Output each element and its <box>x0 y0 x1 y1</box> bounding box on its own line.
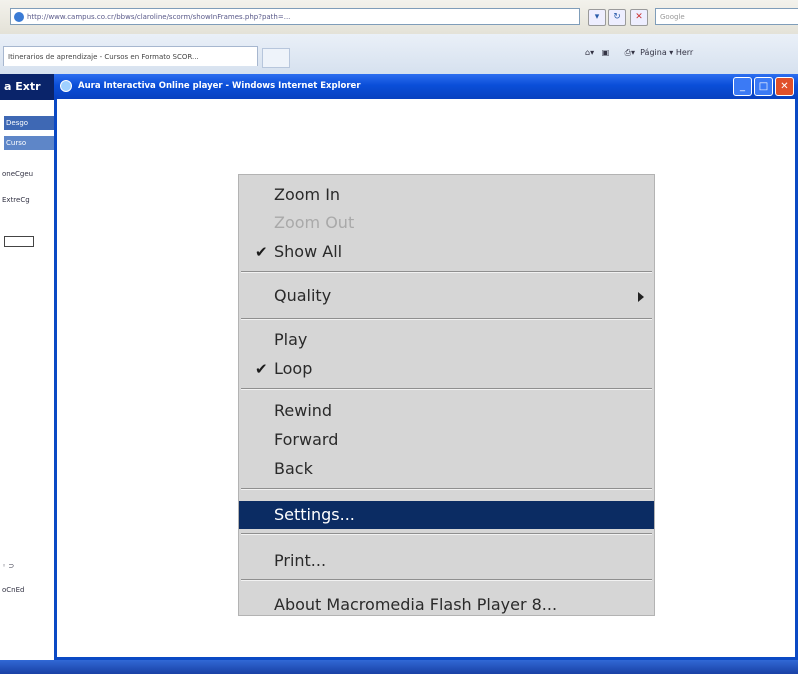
check-icon: ✔ <box>255 243 268 261</box>
menu-item-quality[interactable]: Quality <box>239 282 654 310</box>
menu-item-label: Forward <box>274 430 339 449</box>
close-icon: ✕ <box>780 81 789 92</box>
menu-item-label: Settings... <box>274 505 355 524</box>
menu-item-label: Play <box>274 330 308 349</box>
menu-item-print[interactable]: Print... <box>239 547 654 575</box>
submenu-arrow-icon <box>638 292 644 302</box>
menu-separator <box>241 579 652 581</box>
menu-item-back[interactable]: Back <box>239 455 654 483</box>
menu-item-rewind[interactable]: Rewind <box>239 397 654 425</box>
menu-item-show-all[interactable]: ✔ Show All <box>239 238 654 266</box>
address-input[interactable]: http://www.campus.co.cr/bbws/claroline/s… <box>10 8 580 25</box>
ie-logo-icon <box>14 12 24 22</box>
taskbar <box>0 660 798 674</box>
menu-separator <box>241 533 652 535</box>
background-arrow-icon: ◦ ⊃ <box>2 562 15 570</box>
check-icon: ✔ <box>255 360 268 378</box>
background-link[interactable]: oneCgeu <box>2 170 33 178</box>
popup-titlebar[interactable]: Aura Interactiva Online player - Windows… <box>54 74 798 99</box>
menu-item-label: Back <box>274 459 313 478</box>
menu-separator <box>241 318 652 320</box>
command-bar[interactable]: ⌂▾ ▣ ⎙▾ Página ▾ Herr <box>585 48 693 58</box>
menu-item-label: Loop <box>274 359 313 378</box>
refresh-icon: ↻ <box>613 12 621 22</box>
background-nav-item[interactable]: Curso <box>4 136 56 150</box>
menu-item-about[interactable]: About Macromedia Flash Player 8... <box>239 591 654 619</box>
outer-tab-bar: Itinerarios de aprendizaje - Cursos en F… <box>0 34 798 75</box>
background-nav-item[interactable]: Desgo <box>4 116 56 130</box>
menu-item-zoom-out: Zoom Out <box>239 209 654 237</box>
menu-item-label: About Macromedia Flash Player 8... <box>274 595 558 614</box>
menu-item-loop[interactable]: ✔ Loop <box>239 355 654 383</box>
stop-button[interactable]: ✕ <box>630 9 648 26</box>
home-icon[interactable]: ⌂▾ <box>585 48 594 57</box>
command-bar-text[interactable]: Página ▾ Herr <box>640 48 693 57</box>
address-url: http://www.campus.co.cr/bbws/claroline/s… <box>27 13 291 21</box>
popup-title: Aura Interactiva Online player - Windows… <box>78 81 361 91</box>
menu-item-label: Zoom In <box>274 185 341 204</box>
menu-item-settings[interactable]: Settings... <box>239 501 654 529</box>
menu-separator <box>241 388 652 390</box>
outer-address-bar: http://www.campus.co.cr/bbws/claroline/s… <box>0 0 798 35</box>
minimize-button[interactable]: _ <box>733 77 752 96</box>
browser-tab[interactable]: Itinerarios de aprendizaje - Cursos en F… <box>3 46 258 66</box>
minimize-icon: _ <box>740 81 745 92</box>
refresh-button[interactable]: ↻ <box>608 9 626 26</box>
menu-separator <box>241 488 652 490</box>
menu-item-label: Quality <box>274 286 332 305</box>
menu-item-label: Zoom Out <box>274 213 355 232</box>
menu-item-label: Rewind <box>274 401 333 420</box>
background-text: oCnEd <box>2 586 25 594</box>
background-page: a Extr Desgo Curso oneCgeu ExtreCg ◦ ⊃ o… <box>0 74 60 674</box>
stop-icon: ✕ <box>635 12 643 22</box>
print-icon[interactable]: ⎙▾ <box>625 48 635 57</box>
new-tab-button[interactable] <box>262 48 290 68</box>
feeds-icon[interactable]: ▣ <box>602 48 610 57</box>
menu-item-play[interactable]: Play <box>239 326 654 354</box>
close-button[interactable]: ✕ <box>775 77 794 96</box>
address-dropdown-button[interactable]: ▾ <box>588 9 606 26</box>
menu-item-forward[interactable]: Forward <box>239 426 654 454</box>
flash-context-menu: Zoom In Zoom Out ✔ Show All Quality Play… <box>238 174 655 616</box>
background-link[interactable]: ExtreCg <box>2 196 30 204</box>
maximize-icon: □ <box>758 81 769 92</box>
menu-item-label: Print... <box>274 551 327 570</box>
ie-logo-icon <box>60 80 72 92</box>
search-input[interactable]: Google <box>655 8 798 25</box>
background-field <box>4 236 34 247</box>
maximize-button[interactable]: □ <box>754 77 773 96</box>
menu-item-zoom-in[interactable]: Zoom In <box>239 181 654 209</box>
menu-separator <box>241 271 652 273</box>
background-header: a Extr <box>0 74 60 100</box>
menu-item-label: Show All <box>274 242 343 261</box>
chevron-down-icon: ▾ <box>594 12 600 22</box>
